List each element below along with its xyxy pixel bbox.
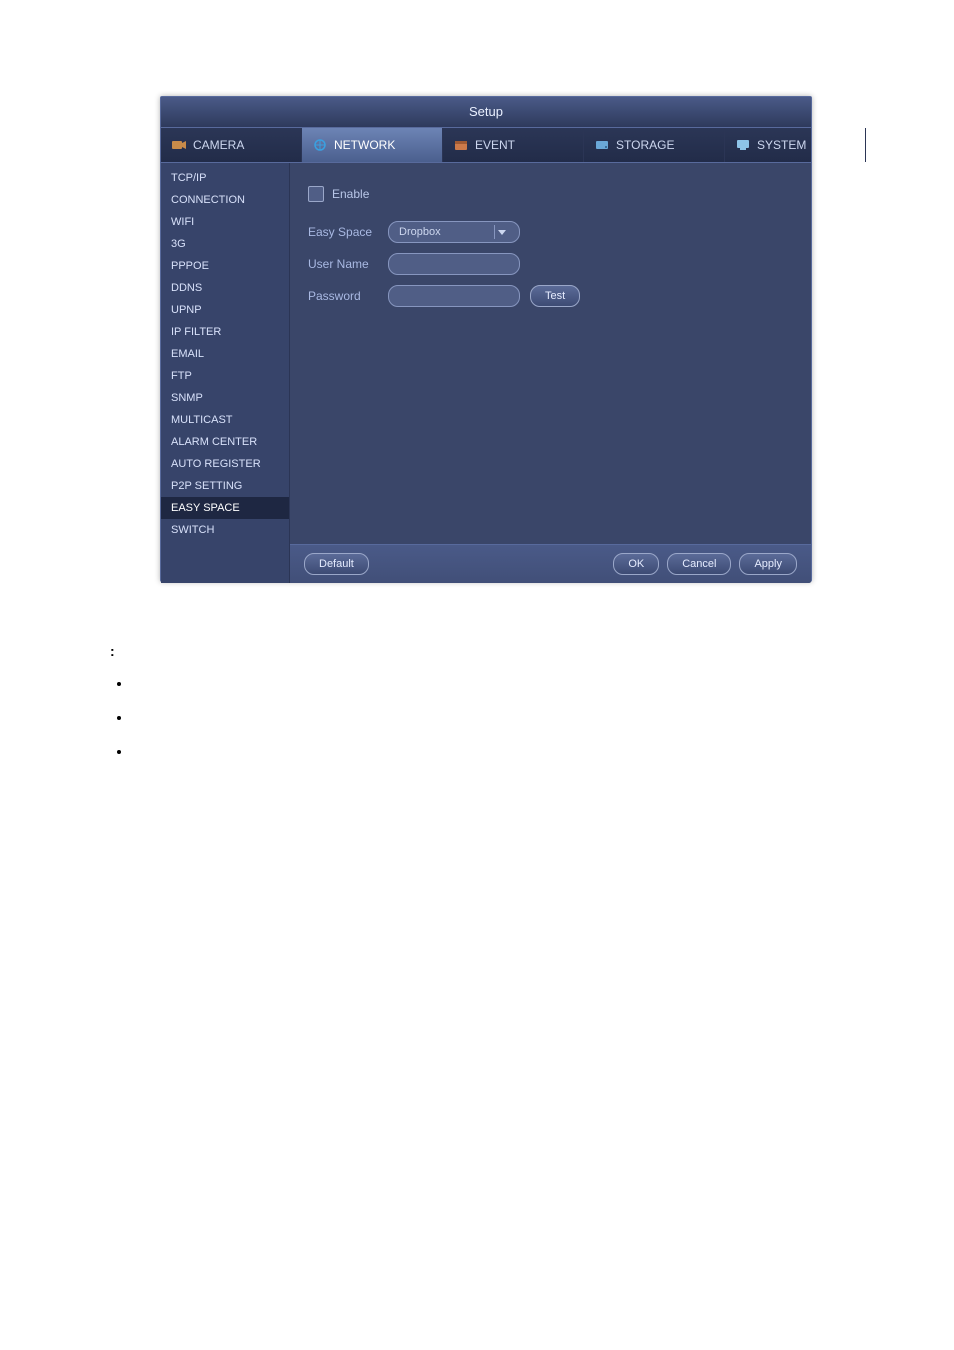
password-row: Password Test	[308, 283, 793, 309]
username-label: User Name	[308, 257, 388, 271]
sidebar-item-label: P2P SETTING	[171, 480, 242, 492]
username-input[interactable]	[388, 253, 520, 275]
tab-label: CAMERA	[193, 138, 244, 152]
password-label: Password	[308, 289, 388, 303]
easyspace-value: Dropbox	[399, 226, 441, 238]
sidebar-item-label: EMAIL	[171, 348, 204, 360]
cancel-button[interactable]: Cancel	[667, 553, 731, 575]
sidebar-item-label: FTP	[171, 370, 192, 382]
sidebar-item-ddns[interactable]: DDNS	[161, 277, 289, 299]
sidebar-item-label: 3G	[171, 238, 186, 250]
sidebar-item-autoregister[interactable]: AUTO REGISTER	[161, 453, 289, 475]
default-button-label: Default	[319, 558, 354, 570]
tab-label: STORAGE	[616, 138, 674, 152]
enable-checkbox[interactable]	[308, 186, 324, 202]
sidebar-item-label: UPNP	[171, 304, 202, 316]
system-icon	[735, 138, 751, 152]
easyspace-row: Easy Space Dropbox	[308, 219, 793, 245]
bullet-list	[110, 672, 132, 752]
tab-label: EVENT	[475, 138, 515, 152]
tab-system[interactable]: SYSTEM	[725, 128, 866, 162]
password-input[interactable]	[388, 285, 520, 307]
sidebar-item-p2psetting[interactable]: P2P SETTING	[161, 475, 289, 497]
tab-label: SYSTEM	[757, 138, 806, 152]
sidebar-item-3g[interactable]: 3G	[161, 233, 289, 255]
top-tabs: CAMERA NETWORK EVENT STORAGE SYSTEM	[161, 128, 811, 163]
sidebar-item-label: PPPOE	[171, 260, 209, 272]
sidebar-item-wifi[interactable]: WIFI	[161, 211, 289, 233]
sidebar-item-label: TCP/IP	[171, 172, 206, 184]
tab-event[interactable]: EVENT	[443, 128, 584, 162]
enable-row: Enable	[308, 181, 793, 207]
sidebar-item-label: EASY SPACE	[171, 502, 240, 514]
tab-label: NETWORK	[334, 138, 395, 152]
colon-mark: :	[110, 640, 132, 662]
easyspace-select[interactable]: Dropbox	[388, 221, 520, 243]
sidebar-item-label: ALARM CENTER	[171, 436, 257, 448]
storage-icon	[594, 138, 610, 152]
below-text: :	[110, 640, 132, 774]
sidebar-item-email[interactable]: EMAIL	[161, 343, 289, 365]
bottom-bar: Default OK Cancel Apply	[290, 544, 811, 583]
sidebar-item-pppoe[interactable]: PPPOE	[161, 255, 289, 277]
sidebar-item-label: MULTICAST	[171, 414, 233, 426]
sidebar-item-alarmcenter[interactable]: ALARM CENTER	[161, 431, 289, 453]
network-icon	[312, 138, 328, 152]
tab-network[interactable]: NETWORK	[302, 128, 443, 162]
ok-button-label: OK	[628, 558, 644, 570]
sidebar: TCP/IP CONNECTION WIFI 3G PPPOE DDNS UPN…	[161, 163, 290, 583]
default-button[interactable]: Default	[304, 553, 369, 575]
titlebar: Setup	[161, 97, 811, 128]
sidebar-item-ipfilter[interactable]: IP FILTER	[161, 321, 289, 343]
sidebar-item-label: AUTO REGISTER	[171, 458, 261, 470]
tab-camera[interactable]: CAMERA	[161, 128, 302, 162]
cancel-button-label: Cancel	[682, 558, 716, 570]
sidebar-item-ftp[interactable]: FTP	[161, 365, 289, 387]
sidebar-item-snmp[interactable]: SNMP	[161, 387, 289, 409]
sidebar-item-multicast[interactable]: MULTICAST	[161, 409, 289, 431]
event-icon	[453, 138, 469, 152]
sidebar-item-connection[interactable]: CONNECTION	[161, 189, 289, 211]
chevron-down-icon	[494, 225, 509, 239]
sidebar-item-label: IP FILTER	[171, 326, 221, 338]
sidebar-item-label: SWITCH	[171, 524, 214, 536]
enable-label: Enable	[332, 187, 369, 201]
setup-window: Setup CAMERA NETWORK EVENT STORAGE	[160, 96, 812, 582]
sidebar-item-upnp[interactable]: UPNP	[161, 299, 289, 321]
content-panel: Enable Easy Space Dropbox User Name	[290, 163, 811, 583]
window-title: Setup	[469, 104, 503, 119]
camera-icon	[171, 138, 187, 152]
ok-button[interactable]: OK	[613, 553, 659, 575]
test-button[interactable]: Test	[530, 285, 580, 307]
sidebar-item-label: WIFI	[171, 216, 194, 228]
username-row: User Name	[308, 251, 793, 277]
sidebar-item-switch[interactable]: SWITCH	[161, 519, 289, 541]
sidebar-item-tcpip[interactable]: TCP/IP	[161, 167, 289, 189]
easyspace-label: Easy Space	[308, 225, 388, 239]
tab-storage[interactable]: STORAGE	[584, 128, 725, 162]
sidebar-item-easyspace[interactable]: EASY SPACE	[161, 497, 289, 519]
sidebar-item-label: DDNS	[171, 282, 202, 294]
apply-button[interactable]: Apply	[739, 553, 797, 575]
apply-button-label: Apply	[754, 558, 782, 570]
sidebar-item-label: SNMP	[171, 392, 203, 404]
sidebar-item-label: CONNECTION	[171, 194, 245, 206]
test-button-label: Test	[545, 290, 565, 302]
